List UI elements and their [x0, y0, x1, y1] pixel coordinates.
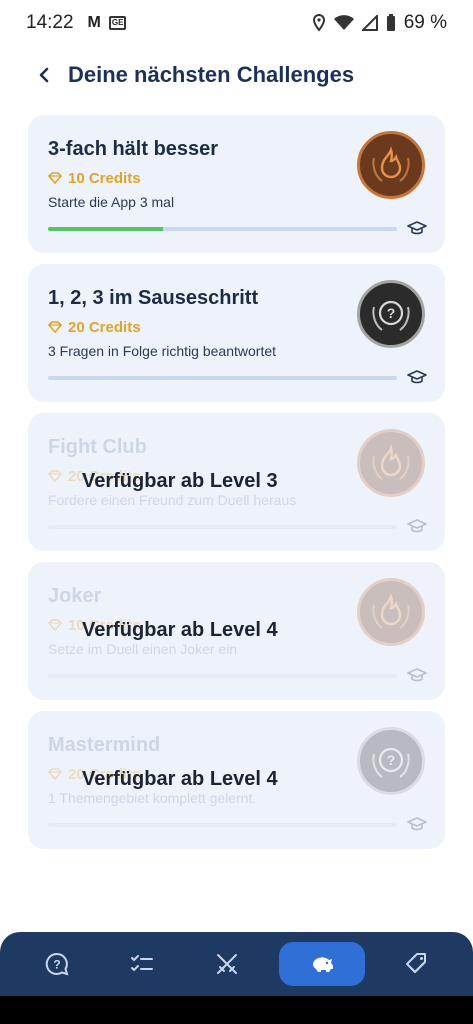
sim-icon: GE	[108, 16, 127, 30]
challenge-description: Setze im Duell einen Joker ein	[48, 641, 238, 657]
svg-text:?: ?	[387, 305, 396, 321]
credits-label: 20 Credits	[68, 318, 141, 336]
progress-fill	[48, 227, 164, 231]
challenge-description: Starte die App 3 mal	[48, 194, 175, 210]
nav-tasks[interactable]	[109, 942, 175, 986]
question-bubble-icon: ?	[45, 952, 68, 976]
challenge-progress	[48, 674, 397, 678]
bottom-navigation: ?	[0, 932, 473, 996]
credits-label: 10 Credits	[68, 169, 141, 187]
graduation-cap-icon	[407, 370, 427, 384]
graduation-cap-icon	[407, 817, 427, 831]
challenge-card-locked: Mastermind 20 Credits 1 Themengebiet kom…	[28, 711, 445, 849]
tags-icon	[405, 953, 426, 974]
silver-question-badge: ?	[357, 280, 425, 348]
bronze-flame-badge	[357, 131, 425, 199]
system-navigation-bar	[0, 996, 473, 1024]
challenge-progress	[48, 525, 397, 529]
graduation-cap-icon	[407, 519, 427, 533]
challenge-card-locked: Joker 10 Credits Setze im Duell einen Jo…	[28, 562, 445, 700]
challenge-list: 3-fach hält besser 10 Credits Starte die…	[28, 115, 445, 860]
gmail-icon: M	[87, 14, 101, 31]
challenge-card-locked: Fight Club 20 Credits Fordere einen Freu…	[28, 413, 445, 551]
wifi-icon	[333, 15, 354, 30]
challenge-progress	[48, 376, 397, 380]
svg-text:?: ?	[387, 752, 396, 768]
location-icon	[312, 14, 325, 32]
battery-percent: 69 %	[403, 12, 447, 33]
back-button[interactable]	[30, 61, 58, 89]
diamond-icon	[48, 321, 62, 333]
nav-challenges[interactable]	[278, 942, 365, 986]
challenge-description: 3 Fragen in Folge richtig beantwortet	[48, 343, 277, 359]
status-bar: 14:22 M GE 69 %	[0, 0, 473, 46]
status-time: 14:22	[26, 12, 74, 33]
nav-duel[interactable]	[194, 942, 260, 986]
page-title: Deine nächsten Challenges	[68, 62, 355, 87]
diamond-icon	[48, 172, 62, 184]
nav-shop[interactable]	[384, 942, 450, 986]
lock-message: Verfügbar ab Level 4	[82, 619, 278, 641]
piggy-bank-icon	[312, 957, 333, 972]
graduation-cap-icon	[407, 221, 427, 235]
challenge-progress	[48, 227, 397, 231]
swords-icon	[216, 954, 237, 974]
lock-message: Verfügbar ab Level 4	[82, 768, 278, 790]
signal-icon	[361, 15, 378, 31]
lock-message: Verfügbar ab Level 3	[82, 470, 278, 492]
svg-text:?: ?	[53, 958, 60, 972]
challenge-card[interactable]: 1, 2, 3 im Sauseschritt 20 Credits 3 Fra…	[28, 264, 445, 402]
challenge-description: Fordere einen Freund zum Duell heraus	[48, 492, 297, 508]
graduation-cap-icon	[407, 668, 427, 682]
challenge-description: 1 Themengebiet komplett gelernt.	[48, 790, 257, 806]
challenge-progress	[48, 823, 397, 827]
battery-icon	[386, 14, 395, 31]
nav-quiz[interactable]: ?	[24, 942, 90, 986]
challenge-card[interactable]: 3-fach hält besser 10 Credits Starte die…	[28, 115, 445, 253]
checklist-icon	[130, 955, 153, 972]
header: Deine nächsten Challenges	[0, 50, 473, 100]
chevron-left-icon	[39, 67, 49, 83]
